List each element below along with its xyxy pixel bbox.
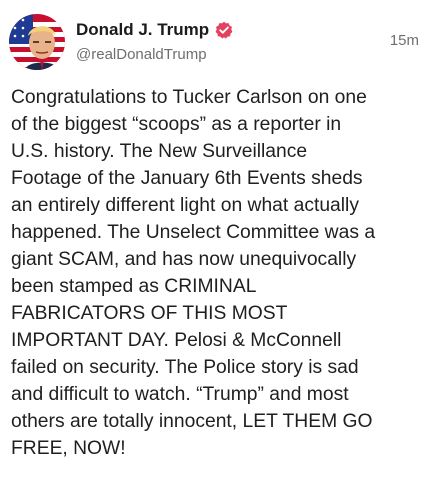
name-row: Donald J. Trump: [76, 19, 233, 41]
author-info: Donald J. Trump @realDonaldTrump: [76, 19, 233, 63]
post-timestamp[interactable]: 15m: [390, 32, 419, 49]
avatar-image: [9, 14, 65, 70]
post-body-text: Congratulations to Tucker Carlson on one…: [11, 87, 376, 459]
verified-badge-icon: [215, 21, 233, 39]
post-card: Donald J. Trump @realDonaldTrump 15m Con…: [0, 0, 429, 500]
display-name[interactable]: Donald J. Trump: [76, 20, 209, 40]
user-avatar[interactable]: [9, 14, 65, 70]
user-handle[interactable]: @realDonaldTrump: [76, 46, 233, 63]
